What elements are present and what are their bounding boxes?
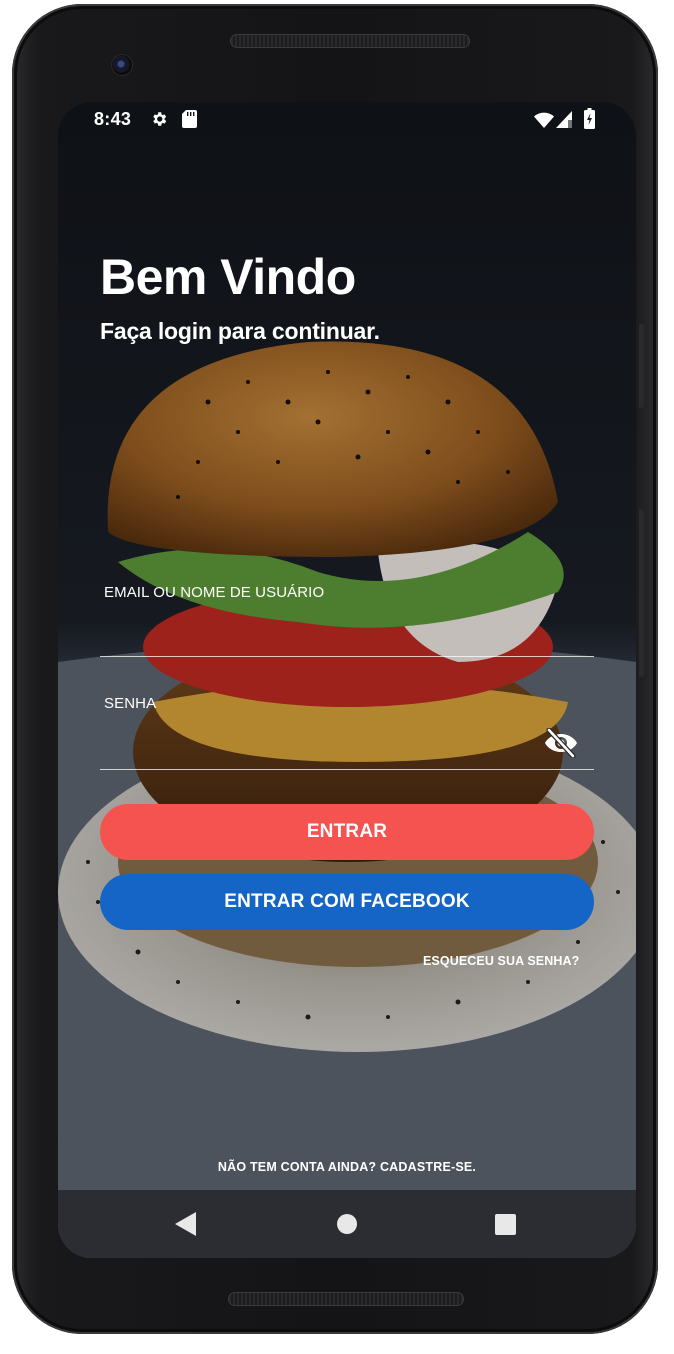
eye-off-icon[interactable] bbox=[544, 728, 578, 758]
page-title: Bem Vindo bbox=[100, 249, 356, 305]
facebook-login-button[interactable]: ENTRAR COM FACEBOOK bbox=[100, 874, 594, 930]
app-screen: 8:43 Bem Vindo Faça login para continuar… bbox=[58, 102, 636, 1258]
password-field-underline bbox=[100, 769, 594, 770]
volume-button bbox=[639, 509, 644, 677]
front-camera-icon bbox=[111, 54, 133, 76]
login-button[interactable]: ENTRAR bbox=[100, 804, 594, 860]
status-bar: 8:43 bbox=[58, 102, 636, 138]
home-circle-icon[interactable] bbox=[337, 1214, 357, 1234]
password-field-label: SENHA bbox=[104, 695, 157, 712]
gear-icon bbox=[153, 112, 167, 126]
email-field-label: EMAIL OU NOME DE USUÁRIO bbox=[104, 584, 325, 601]
sd-card-icon bbox=[182, 110, 197, 128]
phone-frame: 8:43 Bem Vindo Faça login para continuar… bbox=[12, 4, 658, 1334]
signup-link[interactable]: NÃO TEM CONTA AINDA? CADASTRE-SE. bbox=[58, 1160, 636, 1174]
top-speaker bbox=[230, 34, 470, 48]
signal-icon bbox=[556, 111, 572, 128]
email-field[interactable] bbox=[100, 612, 594, 652]
back-triangle-icon[interactable] bbox=[175, 1212, 197, 1236]
system-navigation-bar bbox=[58, 1190, 636, 1258]
power-button bbox=[639, 324, 644, 408]
forgot-password-link[interactable]: ESQUECEU SUA SENHA? bbox=[423, 954, 579, 968]
page-subtitle: Faça login para continuar. bbox=[100, 318, 380, 344]
password-field[interactable] bbox=[100, 724, 540, 764]
battery-charging-icon bbox=[584, 108, 595, 129]
email-field-underline bbox=[100, 656, 594, 657]
wifi-icon bbox=[534, 112, 554, 128]
recents-square-icon[interactable] bbox=[495, 1214, 516, 1235]
status-time: 8:43 bbox=[94, 109, 132, 129]
bottom-speaker bbox=[228, 1292, 464, 1306]
